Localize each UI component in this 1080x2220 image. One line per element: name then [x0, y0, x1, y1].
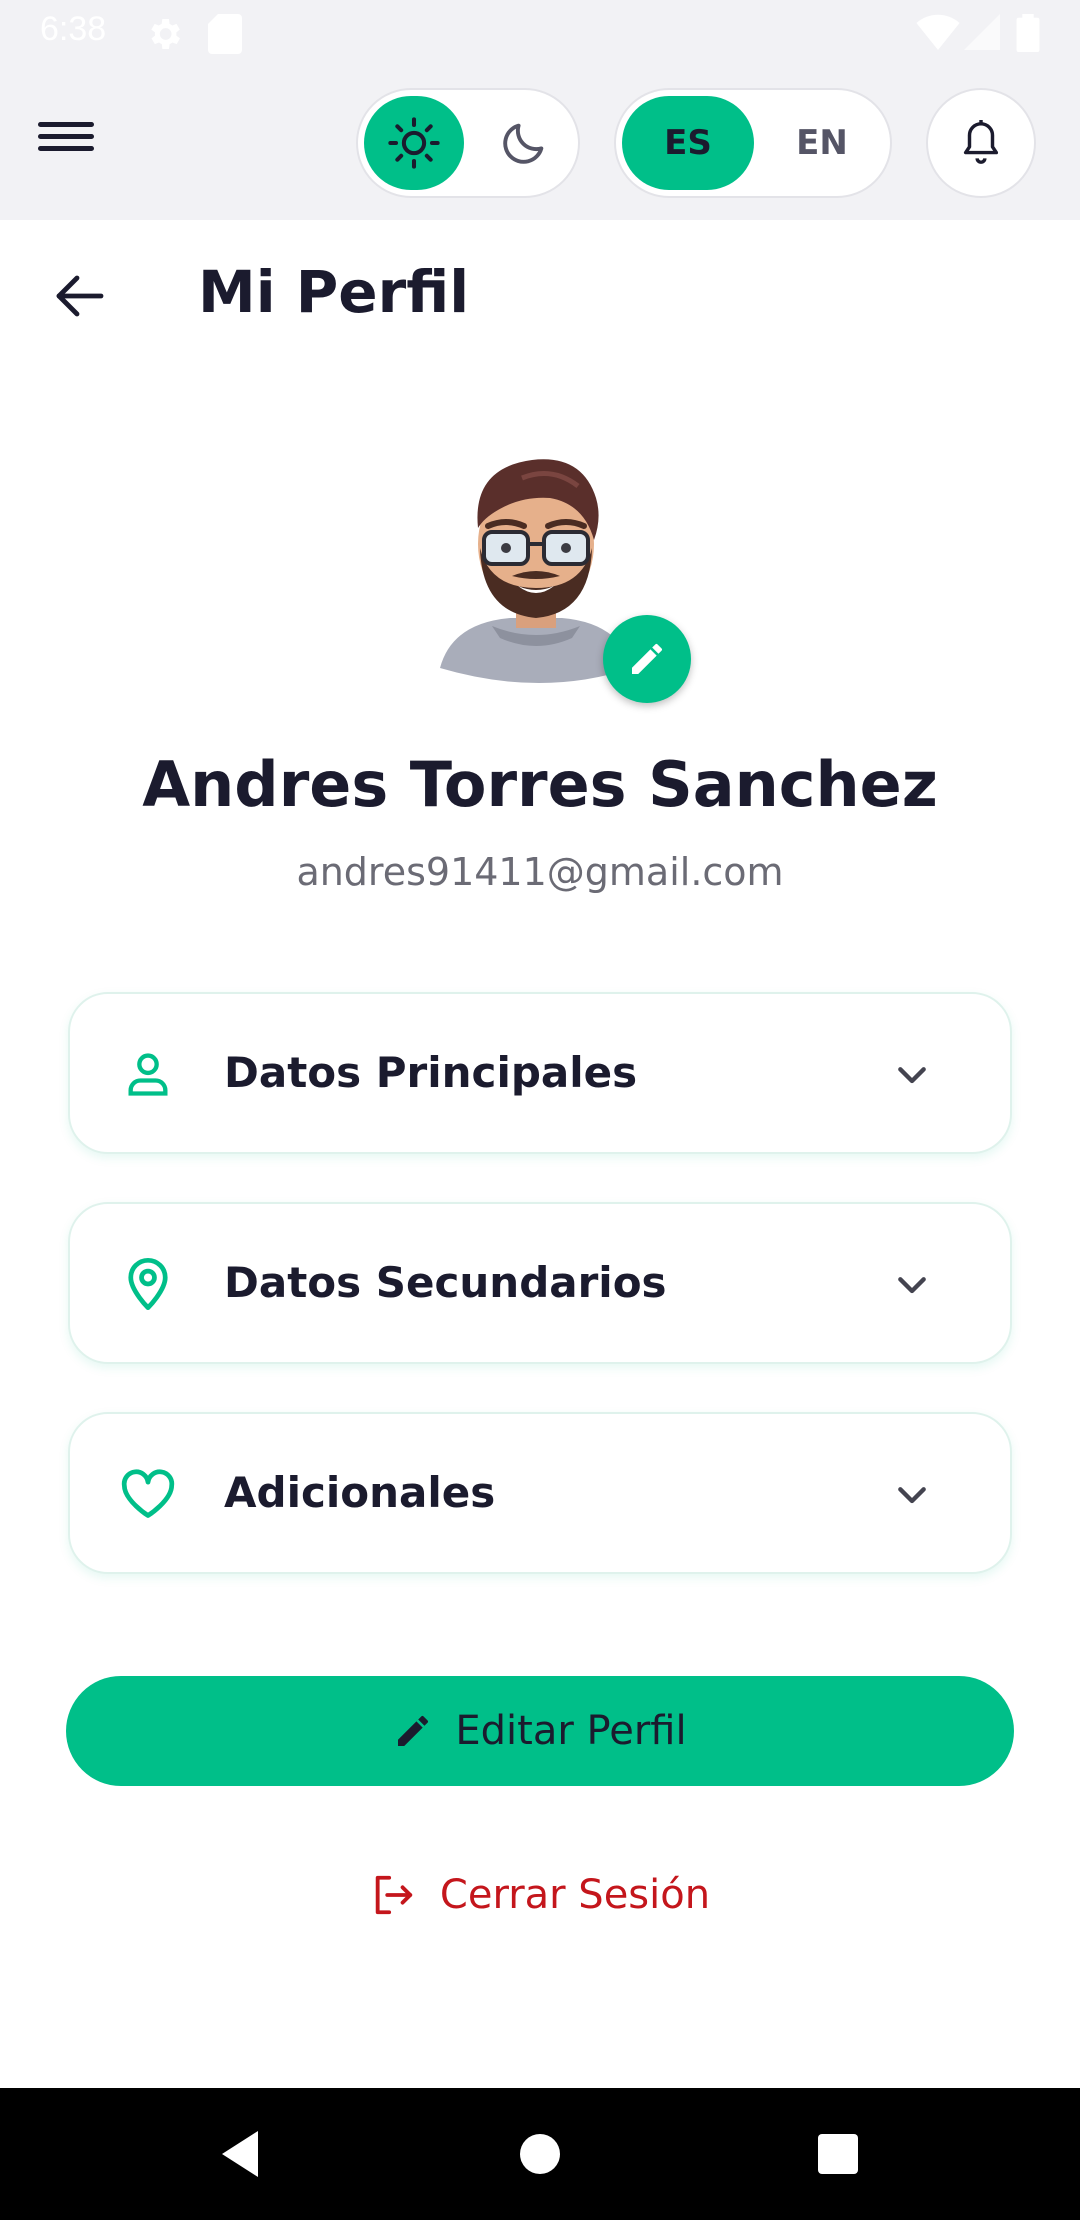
- section-label: Datos Principales: [224, 1048, 638, 1097]
- nav-recents-button[interactable]: [810, 2126, 866, 2182]
- language-option-es[interactable]: ES: [622, 96, 754, 190]
- chevron-down-icon[interactable]: [888, 1472, 936, 1520]
- theme-toggle: [356, 88, 580, 198]
- language-option-en[interactable]: EN: [758, 96, 886, 190]
- signal-icon: [964, 14, 1000, 50]
- notifications-button[interactable]: [926, 88, 1036, 198]
- bell-icon: [963, 120, 999, 164]
- section-label: Adicionales: [224, 1468, 496, 1517]
- edit-profile-button[interactable]: Editar Perfil: [66, 1676, 1014, 1786]
- hamburger-menu-icon: [38, 122, 94, 151]
- user-email: andres91411@gmail.com: [296, 850, 784, 894]
- moon-icon: [503, 123, 544, 164]
- chevron-down-icon[interactable]: [888, 1052, 936, 1100]
- settings-icon: [151, 19, 180, 49]
- wifi-icon: [916, 14, 960, 50]
- arrow-left-icon: [56, 275, 104, 317]
- page-title: Mi Perfil: [198, 258, 470, 326]
- heart-icon: [120, 1466, 176, 1522]
- logout-button[interactable]: Cerrar Sesión: [360, 1860, 720, 1930]
- section-adicionales[interactable]: Adicionales: [68, 1412, 1012, 1574]
- section-label: Datos Secundarios: [224, 1258, 667, 1307]
- edit-profile-label: Editar Perfil: [455, 1708, 687, 1754]
- status-time: 6:38: [40, 10, 107, 48]
- location-pin-icon: [120, 1256, 176, 1312]
- chevron-down-icon[interactable]: [888, 1262, 936, 1310]
- battery-icon: [1016, 14, 1040, 52]
- user-icon: [120, 1046, 176, 1102]
- pencil-icon: [398, 1715, 429, 1746]
- section-datos-secundarios[interactable]: Datos Secundarios: [68, 1202, 1012, 1364]
- dark-theme-option[interactable]: [474, 96, 574, 190]
- edit-avatar-button[interactable]: [603, 615, 691, 703]
- sun-icon: [388, 117, 440, 169]
- nav-home-button[interactable]: [512, 2126, 568, 2182]
- square-recents-icon: [818, 2134, 858, 2174]
- language-toggle: ES EN: [614, 88, 892, 198]
- pencil-icon: [632, 643, 662, 674]
- section-datos-principales[interactable]: Datos Principales: [68, 992, 1012, 1154]
- system-navigation-bar: [0, 2088, 1080, 2220]
- light-theme-option[interactable]: [364, 96, 464, 190]
- logout-icon: [375, 1875, 413, 1915]
- status-bar: 6:38: [0, 0, 1080, 66]
- top-app-bar: ES EN: [0, 66, 1080, 220]
- circle-home-icon: [520, 2134, 560, 2174]
- triangle-back-icon: [222, 2131, 258, 2177]
- back-button[interactable]: [44, 266, 114, 326]
- menu-button[interactable]: [36, 112, 116, 172]
- nav-back-button[interactable]: [212, 2126, 268, 2182]
- sd-card-icon: [208, 14, 242, 54]
- user-name: Andres Torres Sanchez: [142, 748, 938, 821]
- logout-label: Cerrar Sesión: [439, 1872, 711, 1918]
